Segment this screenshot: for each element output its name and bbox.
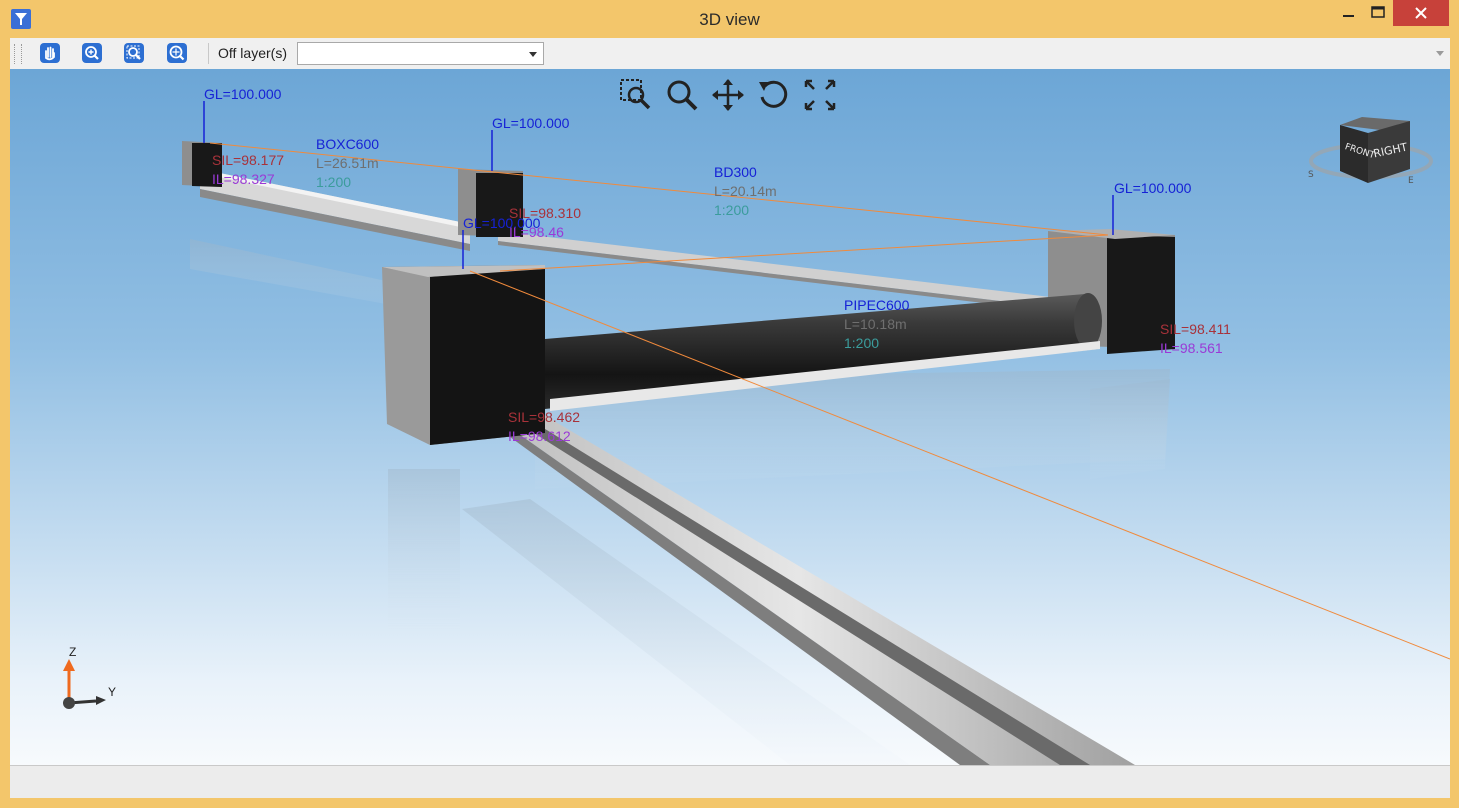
zoom-window-icon[interactable] (618, 77, 654, 113)
app-window: 3D view Off layer(s) FRONT RIGHT S E Z Y… (0, 0, 1459, 808)
maximize-button[interactable] (1363, 0, 1393, 26)
minimize-button[interactable] (1333, 0, 1363, 26)
pipe-name-label: PIPEC600 (844, 297, 910, 313)
axis-arrows-icon (63, 659, 106, 709)
axis-z-label: Z (69, 645, 77, 659)
ground-level-label: GL=100.000 (492, 115, 570, 131)
3d-viewport[interactable]: FRONT RIGHT S E Z Y GL=100.000 GL=100.00… (10, 69, 1450, 765)
soffit-level-label: SIL=98.462 (508, 409, 581, 425)
pipe-length-label: L=10.18m (844, 316, 907, 332)
pan-hand-button[interactable] (39, 42, 61, 64)
soffit-level-label: SIL=98.411 (1160, 321, 1231, 337)
hand-icon (40, 43, 60, 63)
compass-e-label: E (1408, 176, 1414, 186)
zoom-in-icon (82, 43, 102, 63)
status-bar (10, 765, 1450, 798)
view-cube-icon[interactable]: FRONT RIGHT S E (1306, 111, 1436, 191)
zoom-extents-icon[interactable] (802, 77, 838, 113)
axis-triad: Z Y (54, 641, 134, 721)
invert-level-label: IL=98.327 (212, 171, 275, 187)
pipe-grade-label: 1:200 (316, 174, 352, 190)
pan-move-icon[interactable] (710, 77, 746, 113)
pipe-length-label: L=26.51m (316, 155, 379, 171)
invert-level-label: IL=98.561 (1160, 340, 1223, 356)
compass-s-label: S (1308, 170, 1314, 180)
invert-level-label: IL=98.612 (508, 428, 571, 444)
zoom-extents-button[interactable] (166, 42, 188, 64)
soffit-level-label: SIL=98.310 (509, 205, 582, 221)
toolbar: Off layer(s) (10, 38, 1450, 70)
zoom-extents-icon (167, 43, 187, 63)
zoom-window-icon (124, 43, 144, 63)
maximize-icon (1371, 6, 1385, 18)
pipe-grade-label: 1:200 (714, 202, 750, 218)
pipe-name-label: BOXC600 (316, 136, 380, 152)
toolbar-grip[interactable] (14, 44, 22, 64)
ground-level-label: GL=100.000 (1114, 180, 1192, 196)
axis-y-label: Y (108, 685, 117, 699)
zoom-in-button[interactable] (81, 42, 103, 64)
navigation-tools (618, 77, 838, 113)
rotate-icon[interactable] (756, 77, 792, 113)
pipe-length-label: L=20.14m (714, 183, 777, 199)
off-layer-label: Off layer(s) (218, 45, 287, 61)
invert-level-label: IL=98.46 (509, 224, 564, 240)
pipe-name-label: BD300 (714, 164, 757, 180)
chevron-down-icon (529, 52, 537, 57)
zoom-window-button[interactable] (123, 42, 145, 64)
title-bar[interactable]: 3D view (0, 0, 1459, 38)
window-title: 3D view (699, 10, 760, 29)
soffit-level-label: SIL=98.177 (212, 152, 285, 168)
minimize-icon (1343, 15, 1354, 17)
close-icon (1415, 7, 1427, 19)
zoom-icon[interactable] (664, 77, 700, 113)
toolbar-separator (208, 43, 209, 64)
pipe-grade-label: 1:200 (844, 335, 880, 351)
off-layer-dropdown[interactable] (297, 42, 544, 65)
close-button[interactable] (1393, 0, 1449, 26)
toolbar-overflow-icon[interactable] (1436, 51, 1444, 56)
ground-level-label: GL=100.000 (204, 86, 282, 102)
